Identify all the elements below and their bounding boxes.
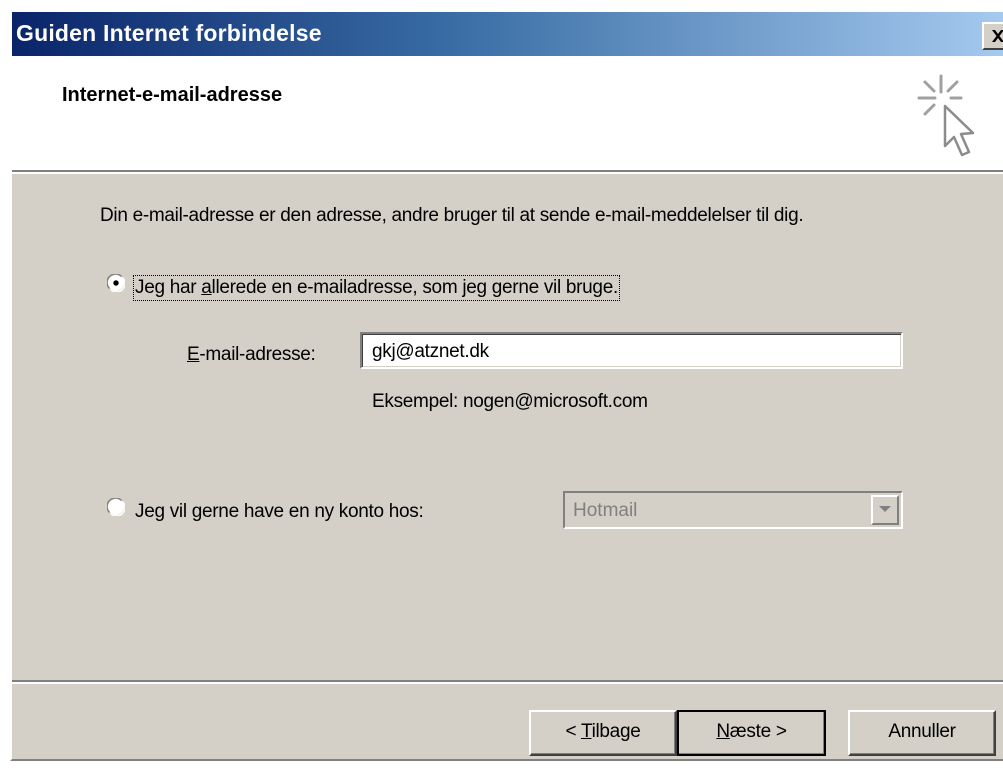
wizard-header: Internet-e-mail-adresse — [12, 56, 1003, 174]
radio-new-account[interactable] — [107, 498, 125, 516]
footer-separator — [12, 680, 1003, 684]
provider-select[interactable]: Hotmail — [563, 491, 903, 529]
window-title: Guiden Internet forbindelse — [16, 20, 322, 46]
radio-existing-address-label[interactable]: Jeg har allerede en e-mailadresse, som j… — [133, 275, 620, 301]
cancel-button[interactable]: Annuller — [848, 710, 996, 756]
provider-select-value: Hotmail — [573, 500, 638, 521]
page-title: Internet-e-mail-adresse — [62, 84, 283, 106]
description-text: Din e-mail-adresse er den adresse, andre… — [100, 205, 804, 226]
email-field-label: E-mail-adresse: — [187, 344, 316, 365]
email-input[interactable]: gkj@atznet.dk — [360, 332, 903, 369]
provider-dropdown-button[interactable] — [871, 495, 899, 525]
wizard-dialog: Guiden Internet forbindelse Internet-e-m… — [10, 10, 1003, 761]
wizard-sparkle-cursor-icon — [917, 74, 975, 157]
radio-new-account-label[interactable]: Jeg vil gerne have en ny konto hos: — [135, 501, 424, 523]
email-example-text: Eksempel: nogen@microsoft.com — [372, 391, 648, 412]
close-button[interactable] — [982, 22, 1003, 50]
chevron-down-icon — [879, 506, 891, 512]
title-bar[interactable]: Guiden Internet forbindelse — [12, 12, 1003, 56]
back-button[interactable]: < Tilbage — [529, 710, 677, 756]
radio-selected-dot — [113, 280, 119, 286]
next-button[interactable]: Næste > — [677, 710, 826, 756]
radio-existing-address[interactable] — [107, 274, 125, 292]
close-icon — [992, 30, 1003, 42]
